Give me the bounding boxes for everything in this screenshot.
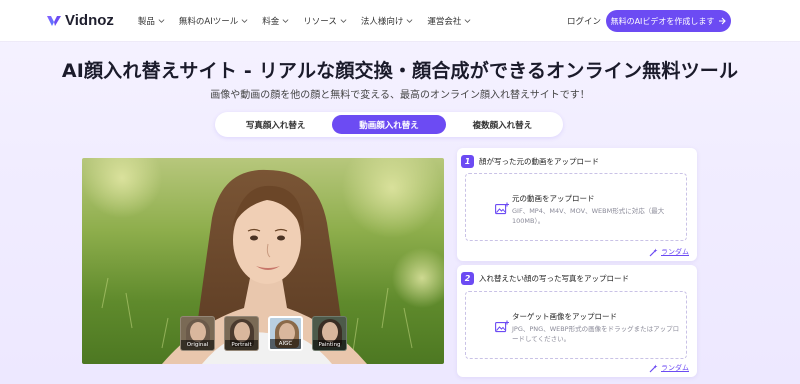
thumb-aigc[interactable]: AIGC <box>268 316 303 351</box>
thumb-label: Portrait <box>225 340 258 350</box>
preview-image: Original Portrait AIGC Painting <box>82 158 444 364</box>
login-link[interactable]: ログイン <box>567 15 601 27</box>
upload-image-title: ターゲット画像をアップロード <box>512 312 617 321</box>
menu-item-company[interactable]: 運営会社 <box>427 15 471 27</box>
chevron-down-icon <box>241 19 248 23</box>
menu-item-products[interactable]: 製品 <box>138 15 165 27</box>
page-title: AI顔入れ替えサイト - リアルな顔交換・顔合成ができるオンライン無料ツール <box>61 60 739 82</box>
thumb-label: AIGC <box>270 339 301 349</box>
magic-wand-icon <box>649 364 658 372</box>
thumb-label: Painting <box>313 340 346 350</box>
upload-image-formats: JPG、PNG、WEBP形式の画像をドラッグまたはアップロードしてください。 <box>512 325 680 343</box>
step-number: 1 <box>461 154 474 168</box>
logo-text: Vidnoz <box>65 12 114 29</box>
menu-item-label: 無料のAIツール <box>178 16 239 27</box>
menu-item-label: リソース <box>303 16 337 27</box>
chevron-down-icon <box>282 19 289 23</box>
step-1-panel: 1 顔が写った元の動画をアップロード 元の動画をアップロード GIF、MP4、M… <box>457 148 697 261</box>
menu-item-label: 料金 <box>262 16 280 27</box>
step-number: 2 <box>461 271 474 285</box>
menu-item-label: 製品 <box>137 16 155 27</box>
style-thumbnails: Original Portrait AIGC Painting <box>180 316 347 351</box>
create-video-label: 無料のAIビデオを作成します <box>610 16 715 26</box>
menu-item-label: 運営会社 <box>427 16 462 27</box>
menu-item-free-ai-tools[interactable]: 無料のAIツール <box>179 15 248 27</box>
menu-item-resources[interactable]: リソース <box>303 15 347 27</box>
top-nav: Vidnoz 製品 無料のAIツール 料金 リソース 法人様向け 運営会社 ログ… <box>0 0 800 42</box>
thumb-painting[interactable]: Painting <box>312 316 347 351</box>
chevron-down-icon <box>406 19 413 23</box>
vidnoz-logo-icon <box>47 15 61 26</box>
step-2-header: 2 入れ替えたい顔の写った写真をアップロード <box>457 265 697 287</box>
random-label: ランダム <box>661 364 689 372</box>
main-menu: 製品 無料のAIツール 料金 リソース 法人様向け 運営会社 <box>138 15 471 27</box>
image-upload-icon <box>495 202 509 215</box>
upload-video-formats: GIF、MP4、M4V、MOV、WEBM形式に対応（最大100MB）。 <box>512 207 665 225</box>
create-video-button[interactable]: 無料のAIビデオを作成します <box>606 10 731 32</box>
thumb-portrait[interactable]: Portrait <box>224 316 259 351</box>
step-1-text: 顔が写った元の動画をアップロード <box>479 156 599 166</box>
page-subtitle: 画像や動画の顔を他の顔と無料で変える、最高のオンライン顔入れ替えサイトです！ <box>210 90 590 101</box>
menu-item-business[interactable]: 法人様向け <box>361 15 414 27</box>
chevron-down-icon <box>158 19 165 23</box>
chevron-down-icon <box>464 19 471 23</box>
tab-photo-face-swap[interactable]: 写真顔入れ替え <box>219 115 332 134</box>
mode-tabs: 写真顔入れ替え 動画顔入れ替え 複数顔入れ替え <box>215 112 563 137</box>
upload-target-image-dropzone[interactable]: ターゲット画像をアップロード JPG、PNG、WEBP形式の画像をドラッグまたは… <box>465 291 687 359</box>
chevron-down-icon <box>340 19 347 23</box>
step-1-header: 1 顔が写った元の動画をアップロード <box>457 148 697 170</box>
menu-item-label: 法人様向け <box>360 16 404 27</box>
logo[interactable]: Vidnoz <box>46 12 114 29</box>
arrow-right-icon <box>719 17 727 25</box>
random-button[interactable]: ランダム <box>649 363 689 373</box>
magic-wand-icon <box>649 248 658 256</box>
random-button[interactable]: ランダム <box>649 247 689 257</box>
random-label: ランダム <box>661 248 689 256</box>
upload-video-title: 元の動画をアップロード <box>512 194 595 203</box>
thumb-label: Original <box>181 340 214 350</box>
image-upload-icon <box>495 320 509 333</box>
tab-multi-face-swap[interactable]: 複数顔入れ替え <box>446 115 559 134</box>
menu-item-pricing[interactable]: 料金 <box>262 15 289 27</box>
tab-video-face-swap[interactable]: 動画顔入れ替え <box>332 115 446 134</box>
step-2-panel: 2 入れ替えたい顔の写った写真をアップロード ターゲット画像をアップロード JP… <box>457 265 697 377</box>
upload-video-dropzone[interactable]: 元の動画をアップロード GIF、MP4、M4V、MOV、WEBM形式に対応（最大… <box>465 173 687 241</box>
step-2-text: 入れ替えたい顔の写った写真をアップロード <box>479 273 629 283</box>
thumb-original[interactable]: Original <box>180 316 215 351</box>
